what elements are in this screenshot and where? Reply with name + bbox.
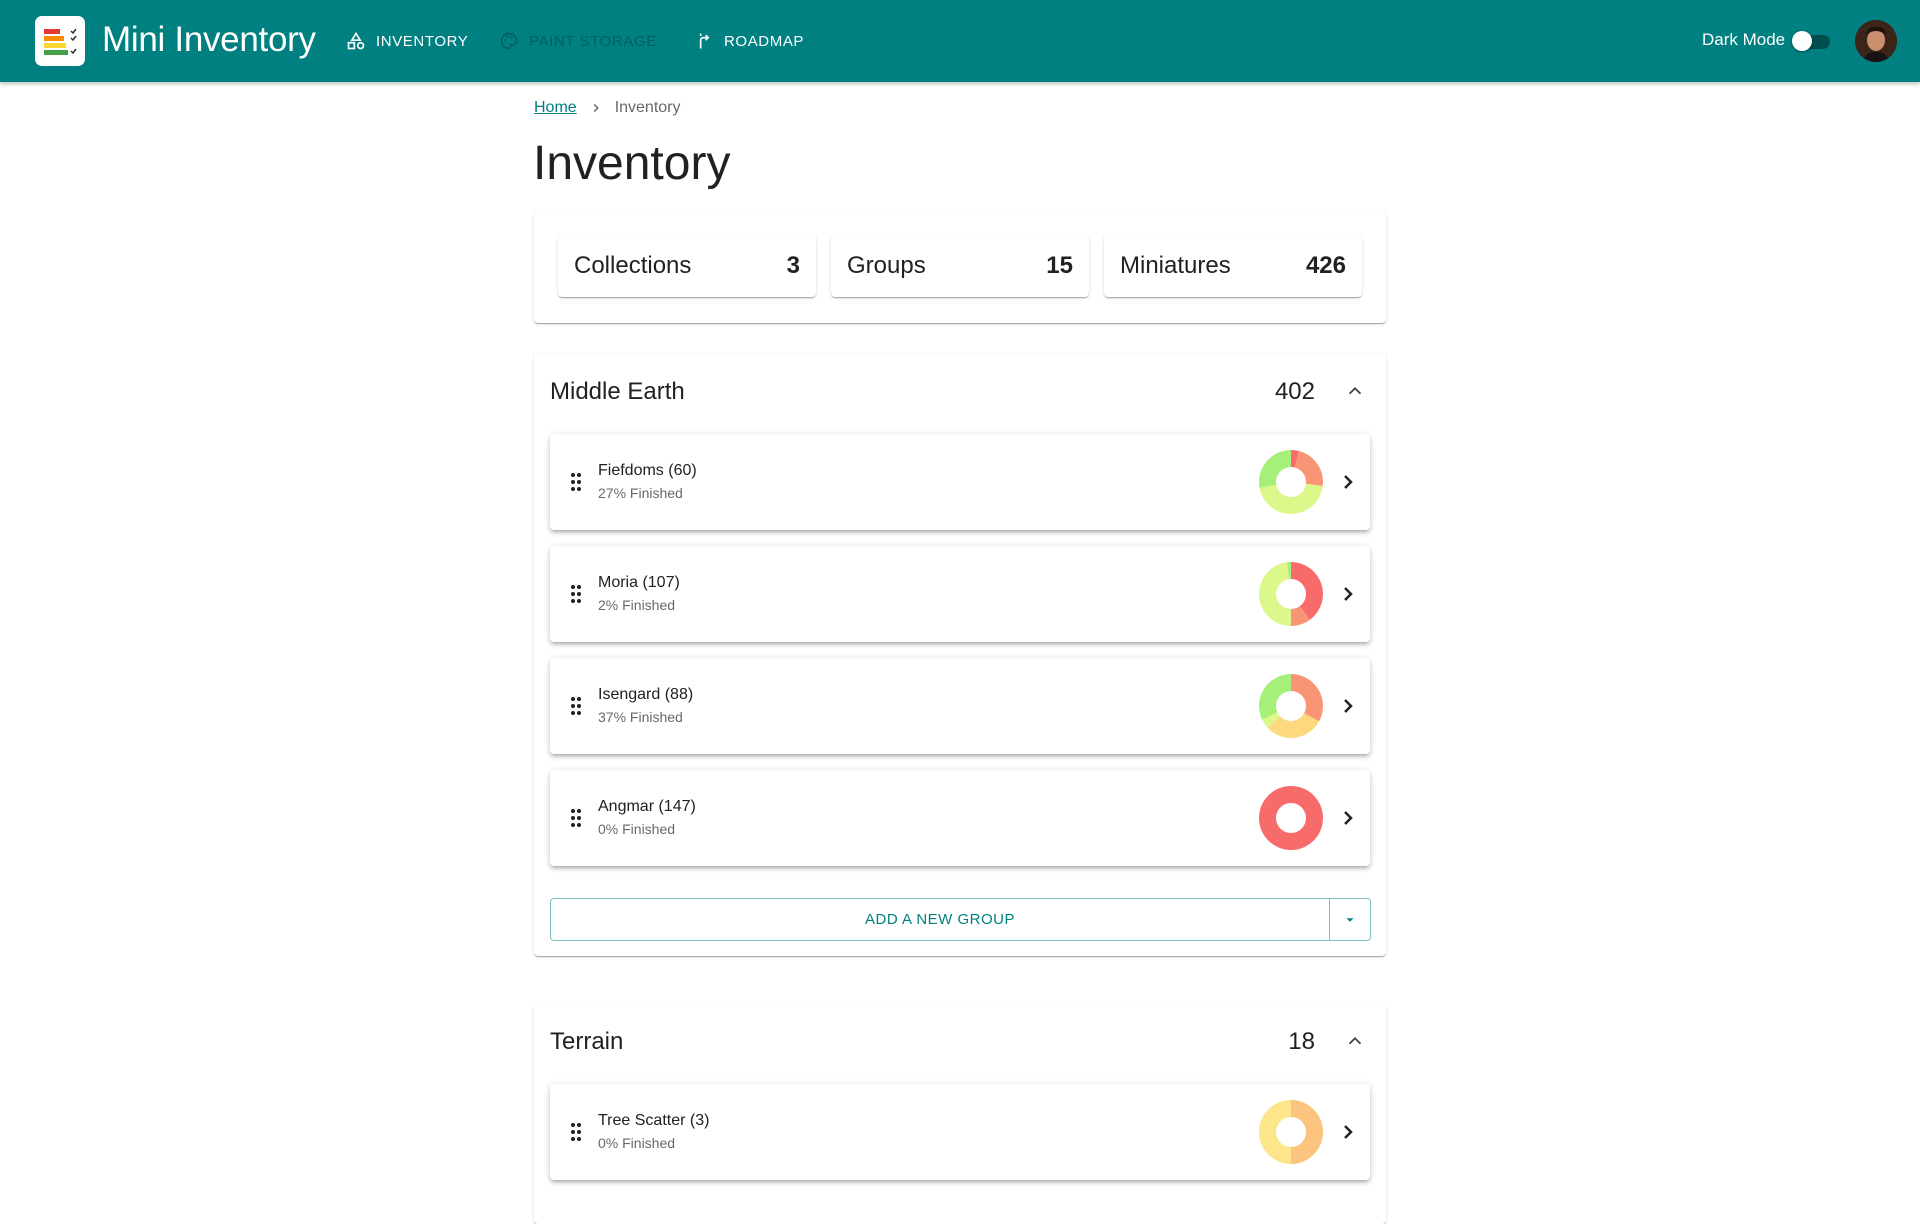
group-item[interactable]: Isengard (88) 37% Finished (550, 658, 1370, 754)
drag-handle-icon[interactable] (570, 696, 582, 716)
stat-label: Collections (574, 252, 692, 279)
app-title[interactable]: Mini Inventory (102, 20, 316, 60)
app-logo[interactable] (35, 16, 85, 66)
donut-slice (1259, 483, 1323, 514)
group-progress: 0% Finished (598, 821, 676, 837)
group-progress: 37% Finished (598, 709, 683, 725)
nav-paint-storage[interactable]: PAINT STORAGE (499, 28, 657, 54)
collection-name: Middle Earth (550, 378, 685, 405)
group-item[interactable]: Fiefdoms (60) 27% Finished (550, 434, 1370, 530)
progress-donut-chart (1259, 786, 1323, 850)
stat-value: 426 (1305, 252, 1346, 279)
page-title: Inventory (533, 137, 731, 190)
group-progress: 27% Finished (598, 485, 683, 501)
donut-slice (1259, 450, 1291, 488)
breadcrumb: Home Inventory (534, 99, 681, 117)
add-group-dropdown[interactable] (1330, 899, 1370, 940)
add-group-button[interactable]: ADD A NEW GROUP (551, 899, 1330, 940)
donut-slice (1259, 786, 1323, 850)
group-title: Moria (107) (598, 574, 680, 591)
nav-inventory-label: INVENTORY (376, 32, 469, 50)
group-item[interactable]: Tree Scatter (3) 0% Finished (550, 1084, 1370, 1180)
group-title: Fiefdoms (60) (598, 462, 697, 479)
breadcrumb-home-link[interactable]: Home (534, 99, 577, 117)
collection-name: Terrain (550, 1028, 624, 1055)
donut-slice (1259, 674, 1291, 720)
chevron-right-icon[interactable] (1336, 582, 1360, 606)
progress-donut-chart (1259, 1100, 1323, 1164)
chevron-up-icon[interactable] (1344, 1030, 1366, 1052)
group-progress: 0% Finished (598, 1135, 676, 1151)
chevron-right-icon[interactable] (1336, 694, 1360, 718)
palette-icon (500, 32, 518, 50)
stat-value: 3 (786, 252, 800, 279)
drag-handle-icon[interactable] (570, 584, 582, 604)
nav-paint-storage-label: PAINT STORAGE (529, 32, 657, 50)
drag-handle-icon[interactable] (570, 808, 582, 828)
stat-label: Miniatures (1120, 252, 1231, 279)
donut-slice (1259, 562, 1291, 626)
group-progress: 2% Finished (598, 597, 676, 613)
nav-roadmap-label: ROADMAP (724, 32, 805, 50)
collection-card: Middle Earth 402 Fiefdoms (60) 27% Finis… (534, 354, 1386, 956)
chevron-right-icon (593, 103, 599, 113)
toggle-thumb (1792, 31, 1812, 51)
group-title: Angmar (147) (598, 798, 696, 815)
dark-mode-toggle[interactable] (1792, 30, 1830, 52)
add-group-split-button: ADD A NEW GROUP (550, 898, 1371, 941)
chevron-right-icon[interactable] (1336, 470, 1360, 494)
group-item[interactable]: Moria (107) 2% Finished (550, 546, 1370, 642)
drag-handle-icon[interactable] (570, 472, 582, 492)
group-item[interactable]: Angmar (147) 0% Finished (550, 770, 1370, 866)
donut-slice (1291, 1100, 1323, 1164)
user-avatar[interactable] (1855, 20, 1897, 62)
group-title: Isengard (88) (598, 686, 694, 703)
progress-donut-chart (1259, 450, 1323, 514)
chevron-right-icon[interactable] (1336, 1120, 1360, 1144)
shapes-icon (347, 31, 365, 50)
stat-miniatures: Miniatures 426 (1104, 235, 1362, 297)
collection-card: Terrain 18 Tree Scatter (3) 0% Finished (534, 1004, 1386, 1224)
chevron-up-icon[interactable] (1344, 380, 1366, 402)
stat-label: Groups (847, 252, 926, 279)
stat-value: 15 (1046, 252, 1073, 279)
donut-slice (1291, 674, 1323, 722)
stats-card: Collections 3 Groups 15 Miniatures 426 (534, 211, 1386, 323)
group-title: Tree Scatter (3) (598, 1112, 710, 1129)
caret-down-icon (1346, 917, 1354, 922)
breadcrumb-current: Inventory (614, 99, 681, 116)
donut-slice (1259, 1100, 1291, 1164)
collection-header[interactable]: Middle Earth 402 (534, 354, 1386, 426)
dark-mode-label: Dark Mode (1702, 30, 1786, 49)
stat-groups: Groups 15 (831, 235, 1089, 297)
donut-slice (1294, 451, 1323, 487)
collection-count: 402 (1274, 378, 1315, 405)
chevron-right-icon[interactable] (1336, 806, 1360, 830)
nav-roadmap[interactable]: ROADMAP (694, 28, 804, 54)
stat-collections: Collections 3 (558, 235, 816, 297)
collection-header[interactable]: Terrain 18 (534, 1004, 1386, 1076)
collection-count: 18 (1288, 1028, 1315, 1055)
nav-inventory[interactable]: INVENTORY (346, 28, 468, 54)
drag-handle-icon[interactable] (570, 1122, 582, 1142)
progress-donut-chart (1259, 674, 1323, 738)
checklist-logo-icon (44, 28, 77, 55)
road-icon (699, 33, 710, 49)
user-photo-icon (1855, 20, 1897, 62)
progress-donut-chart (1259, 562, 1323, 626)
app-bar: Mini Inventory INVENTORY PAINT STORAGE R… (0, 0, 1920, 82)
